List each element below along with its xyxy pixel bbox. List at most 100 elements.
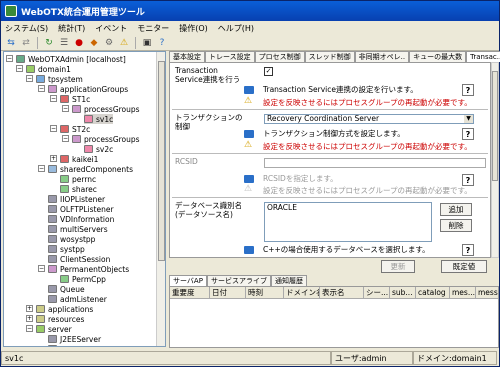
tree-icon[interactable]: ☰ xyxy=(58,37,70,49)
tree-node[interactable]: systpp xyxy=(48,244,85,254)
column-header[interactable]: 日付 xyxy=(210,287,246,299)
tree-scrollbar[interactable] xyxy=(156,52,165,346)
tab-process[interactable]: プロセス制御 xyxy=(254,51,305,62)
tree-node[interactable]: admin xyxy=(48,344,84,346)
tree-node[interactable]: + kaikei1 xyxy=(50,154,98,164)
column-header[interactable]: 表示名 xyxy=(320,287,364,299)
property-scroll-thumb[interactable] xyxy=(492,71,498,181)
menu-help[interactable]: ヘルプ(H) xyxy=(218,23,254,34)
tree-node[interactable]: − server xyxy=(26,324,72,334)
tree-node[interactable]: IIOPListener xyxy=(48,194,105,204)
tree-node[interactable]: + applications xyxy=(26,304,93,314)
tab-service-alive[interactable]: サービスアライブ xyxy=(206,275,271,286)
column-header[interactable]: sub... xyxy=(390,287,416,299)
db-list-item[interactable]: ORACLE xyxy=(267,203,431,212)
tree-node[interactable]: − applicationGroups xyxy=(38,84,128,94)
tree-node[interactable]: ClientSession xyxy=(48,254,110,264)
collapse-icon[interactable]: − xyxy=(38,265,45,272)
collapse-icon[interactable]: − xyxy=(50,125,57,132)
collapse-icon[interactable]: − xyxy=(26,75,33,82)
property-scrollbar[interactable] xyxy=(491,62,499,258)
warning-icon[interactable]: ⚠ xyxy=(118,37,130,49)
tree-node[interactable]: PermCpp xyxy=(60,274,106,284)
rcsid-input[interactable] xyxy=(264,158,486,168)
start-icon[interactable]: ● xyxy=(73,37,85,49)
tree-node[interactable]: admListener xyxy=(48,294,107,304)
expand-icon[interactable]: + xyxy=(50,155,57,162)
tab-transaction[interactable]: Transac... xyxy=(466,51,500,62)
collapse-icon[interactable]: − xyxy=(50,95,57,102)
tab-queue[interactable]: キューの最大数 xyxy=(409,51,467,62)
tab-async[interactable]: 非同期オペレ.. xyxy=(354,51,410,62)
disconnect-icon[interactable]: ⇄ xyxy=(20,37,32,49)
tab-trace[interactable]: トレース設定 xyxy=(205,51,255,62)
connect-icon[interactable]: ⇆ xyxy=(5,37,17,49)
db-add-button[interactable]: 追加 xyxy=(440,203,472,216)
tree-node[interactable]: sv2c xyxy=(84,144,113,154)
tree-node[interactable]: − WebOTXAdmin [localhost] xyxy=(6,54,126,64)
column-header[interactable]: mes... xyxy=(450,287,476,299)
collapse-icon[interactable]: − xyxy=(38,85,45,92)
column-header[interactable]: message xyxy=(476,287,498,299)
column-header[interactable]: catalog xyxy=(416,287,450,299)
tab-thread[interactable]: スレッド制御 xyxy=(304,51,355,62)
menu-monitor[interactable]: モニター xyxy=(137,23,169,34)
tree-node[interactable]: − ST1c xyxy=(50,94,90,104)
expand-icon[interactable]: + xyxy=(26,305,33,312)
collapse-icon[interactable]: − xyxy=(26,325,33,332)
tab-basic[interactable]: 基本設定 xyxy=(169,51,205,62)
collapse-icon[interactable]: − xyxy=(62,105,69,112)
tab-server-ap[interactable]: サーバAP xyxy=(169,275,207,286)
tab-notify-history[interactable]: 通知履歴 xyxy=(270,275,307,286)
tree-node[interactable]: sharec xyxy=(60,184,97,194)
tree-node[interactable]: − domain1 xyxy=(16,64,71,74)
rcsid-help-button[interactable]: ? xyxy=(462,174,474,186)
expand-icon[interactable]: + xyxy=(26,315,33,322)
tree-node[interactable]: − ST2c xyxy=(50,124,90,134)
tree-node[interactable]: Queue xyxy=(48,284,85,294)
column-header[interactable]: ドメイン名 xyxy=(284,287,320,299)
tx-help-button[interactable]: ? xyxy=(462,84,474,96)
tree-node[interactable]: − processGroups xyxy=(62,104,140,114)
tree-node[interactable]: sv1c xyxy=(84,114,114,124)
print-icon[interactable]: ▣ xyxy=(141,37,153,49)
resource-tree[interactable]: − WebOTXAdmin [localhost] − domain1− tpsyste… xyxy=(3,51,166,347)
tree-node[interactable]: multiServers xyxy=(48,224,108,234)
column-header[interactable]: シー... xyxy=(364,287,390,299)
collapse-icon[interactable]: − xyxy=(16,65,23,72)
txctl-select[interactable]: Recovery Coordination Server ▼ xyxy=(264,114,474,124)
tree-node[interactable]: J2EEServer xyxy=(48,334,101,344)
column-header[interactable]: 時刻 xyxy=(246,287,284,299)
tree-node[interactable]: − sharedComponents xyxy=(38,164,133,174)
update-button[interactable]: 更新 xyxy=(381,260,415,273)
tree-node[interactable]: − processGroups xyxy=(62,134,140,144)
collapse-icon[interactable]: − xyxy=(6,55,13,62)
tree-node[interactable]: + resources xyxy=(26,314,84,324)
tree-node[interactable]: − tpsystem xyxy=(26,74,83,84)
tree-node[interactable]: VDInformation xyxy=(48,214,114,224)
menu-system[interactable]: システム(S) xyxy=(5,23,48,34)
column-header[interactable]: 重要度 xyxy=(170,287,210,299)
menu-operation[interactable]: 操作(O) xyxy=(179,23,208,34)
help-icon[interactable]: ? xyxy=(156,37,168,49)
menu-event[interactable]: イベント xyxy=(95,23,127,34)
menu-stats[interactable]: 統計(T) xyxy=(58,23,85,34)
db-list[interactable]: ORACLE xyxy=(264,202,432,242)
default-button[interactable]: 既定値 xyxy=(441,260,487,273)
tree-node[interactable]: OLFTPListener xyxy=(48,204,114,214)
tree-node[interactable]: wosystpp xyxy=(48,234,95,244)
tree-node[interactable]: − PermanentObjects xyxy=(38,264,129,274)
collapse-icon[interactable]: − xyxy=(38,165,45,172)
settings-icon[interactable]: ⚙ xyxy=(103,37,115,49)
tree-node[interactable]: perrnc xyxy=(60,174,96,184)
tx-checkbox[interactable]: ✓ xyxy=(264,67,273,76)
stop-icon[interactable]: ◆ xyxy=(88,37,100,49)
db-delete-button[interactable]: 削除 xyxy=(440,219,472,232)
db-help-button[interactable]: ? xyxy=(462,244,474,256)
tree-scroll-thumb[interactable] xyxy=(158,61,165,261)
chevron-down-icon[interactable]: ▼ xyxy=(464,115,473,123)
refresh-icon[interactable]: ↻ xyxy=(43,37,55,49)
txctl-help-button[interactable]: ? xyxy=(462,128,474,140)
log-table[interactable]: 重要度 日付 時刻 ドメイン名 表示名 シー... sub... catalog mes... m… xyxy=(169,286,499,348)
collapse-icon[interactable]: − xyxy=(62,135,69,142)
